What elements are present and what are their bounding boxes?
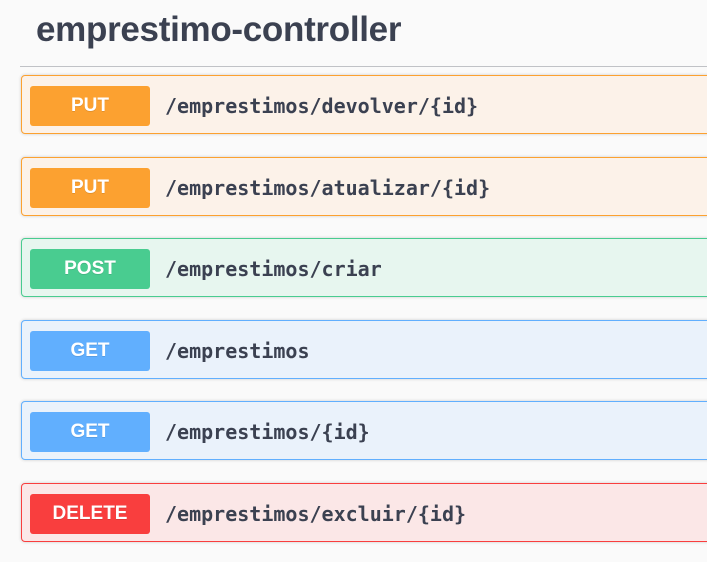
method-badge-put: PUT [30,86,150,126]
method-badge-put: PUT [30,168,150,208]
endpoint-path[interactable]: /emprestimos/devolver/{id} [165,86,478,126]
tag-section-emprestimo-controller: emprestimo-controller PUT /emprestimos/d… [0,0,707,562]
method-badge-get: GET [30,412,150,452]
method-badge-get: GET [30,331,150,371]
tag-title: emprestimo-controller [36,10,402,49]
opblock-put-atualizar[interactable]: PUT /emprestimos/atualizar/{id} [21,157,707,216]
method-badge-post: POST [30,249,150,289]
endpoint-path[interactable]: /emprestimos/excluir/{id} [165,494,466,534]
endpoint-path[interactable]: /emprestimos [165,331,310,371]
method-badge-delete: DELETE [30,494,150,534]
tag-header[interactable]: emprestimo-controller [20,0,707,67]
opblock-put-devolver[interactable]: PUT /emprestimos/devolver/{id} [21,75,707,134]
opblock-get-list[interactable]: GET /emprestimos [21,320,707,379]
endpoint-path[interactable]: /emprestimos/{id} [165,412,370,452]
endpoint-path[interactable]: /emprestimos/atualizar/{id} [165,168,490,208]
opblock-delete-excluir[interactable]: DELETE /emprestimos/excluir/{id} [21,483,707,542]
endpoint-path[interactable]: /emprestimos/criar [165,249,382,289]
opblock-post-criar[interactable]: POST /emprestimos/criar [21,238,707,297]
opblock-get-by-id[interactable]: GET /emprestimos/{id} [21,401,707,460]
